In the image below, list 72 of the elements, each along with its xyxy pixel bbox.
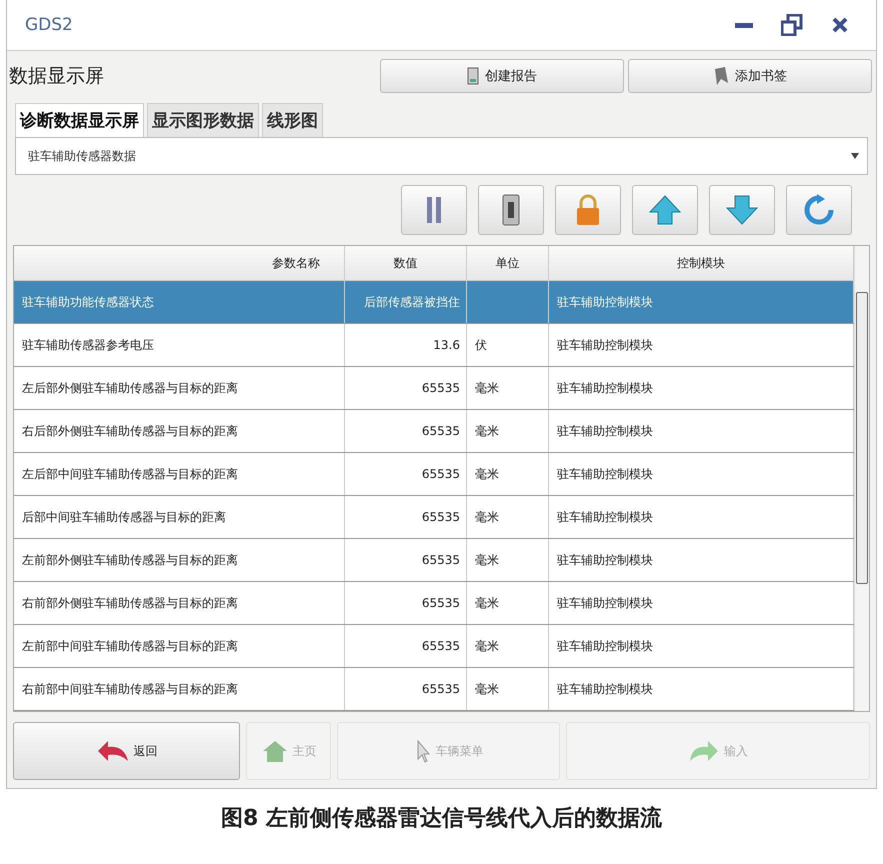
table-cell: 左后部外侧驻车辅助传感器与目标的距离 (14, 367, 345, 409)
table-row[interactable]: 左后部外侧驻车辅助传感器与目标的距离 65535 毫米 驻车辅助控制模块 (14, 367, 854, 410)
table-row[interactable]: 左后部中间驻车辅助传感器与目标的距离 65535 毫米 驻车辅助控制模块 (14, 453, 854, 496)
table-cell: 毫米 (467, 367, 549, 409)
table-cell: 毫米 (467, 539, 549, 581)
table-row[interactable]: 右后部外侧驻车辅助传感器与目标的距离 65535 毫米 驻车辅助控制模块 (14, 410, 854, 453)
table-cell: 65535 (345, 625, 467, 667)
table-row[interactable]: 左前部外侧驻车辅助传感器与目标的距离 65535 毫米 驻车辅助控制模块 (14, 539, 854, 582)
tab[interactable]: 显示图形数据 (147, 103, 259, 137)
table-row[interactable]: 右前部中间驻车辅助传感器与目标的距离 65535 毫米 驻车辅助控制模块 (14, 668, 854, 711)
minimize-icon (735, 21, 753, 29)
table-cell: 毫米 (467, 625, 549, 667)
close-icon (832, 17, 848, 33)
toolbar-button[interactable] (478, 185, 544, 235)
bookmark-icon (713, 67, 729, 85)
table-cell: 65535 (345, 453, 467, 495)
header-button[interactable]: 添加书签 (628, 59, 872, 93)
toggle-switch-icon (502, 194, 520, 226)
table-cell: 毫米 (467, 582, 549, 624)
column-header[interactable]: 数值 (345, 246, 467, 281)
table-cell: 伏 (467, 324, 549, 366)
toolbar-button[interactable] (632, 185, 698, 235)
column-header[interactable]: 参数名称 (14, 246, 345, 281)
scrollbar[interactable] (854, 246, 869, 711)
table-cell: 毫米 (467, 496, 549, 538)
footer-button[interactable]: 返回 (13, 722, 240, 780)
table-row[interactable]: 后部中间驻车辅助传感器与目标的距离 65535 毫米 驻车辅助控制模块 (14, 496, 854, 539)
screen-title: 数据显示屏 (9, 64, 105, 89)
table-cell: 后部传感器被挡住 (345, 281, 467, 323)
house-icon (260, 739, 289, 763)
refresh-icon (803, 194, 835, 226)
down-arrow-icon (725, 194, 759, 226)
table-cell: 65535 (345, 668, 467, 710)
table-cell: 毫米 (467, 453, 549, 495)
table-cell: 65535 (345, 539, 467, 581)
table-cell: 驻车辅助传感器参考电压 (14, 324, 345, 366)
tab[interactable]: 线形图 (262, 103, 323, 137)
figure-caption: 图8 左前侧传感器雷达信号线代入后的数据流 (220, 804, 663, 833)
table-cell: 右后部外侧驻车辅助传感器与目标的距离 (14, 410, 345, 452)
window-title: GDS2 (25, 15, 74, 35)
padlock-icon (575, 194, 601, 226)
restore-icon (781, 14, 803, 36)
table-row[interactable]: 驻车辅助传感器参考电压 13.6 伏 驻车辅助控制模块 (14, 324, 854, 367)
column-header[interactable]: 单位 (467, 246, 549, 281)
table-cell: 65535 (345, 496, 467, 538)
dropdown-caret-icon (851, 153, 859, 159)
table-cell: 左前部中间驻车辅助传感器与目标的距离 (14, 625, 345, 667)
header-button[interactable]: 创建报告 (380, 59, 624, 93)
pause-icon (425, 197, 443, 223)
table-cell: 65535 (345, 410, 467, 452)
data-dropdown[interactable]: 驻车辅助传感器数据 (15, 137, 868, 175)
table-row[interactable]: 驻车辅助功能传感器状态 后部传感器被挡住 驻车辅助控制模块 (14, 281, 854, 324)
table-row[interactable]: 左前部中间驻车辅助传感器与目标的距离 65535 毫米 驻车辅助控制模块 (14, 625, 854, 668)
back-arrow-icon (96, 739, 130, 763)
table-row[interactable]: 右前部外侧驻车辅助传感器与目标的距离 65535 毫米 驻车辅助控制模块 (14, 582, 854, 625)
table-cell: 右前部中间驻车辅助传感器与目标的距离 (14, 668, 345, 710)
table-cell: 后部中间驻车辅助传感器与目标的距离 (14, 496, 345, 538)
column-header[interactable]: 控制模块 (549, 246, 854, 281)
table-cell: 毫米 (467, 410, 549, 452)
document-icon (467, 67, 479, 85)
table-cell: 毫米 (467, 668, 549, 710)
toolbar-button[interactable] (709, 185, 775, 235)
tab[interactable]: 诊断数据显示屏 (15, 103, 144, 137)
up-arrow-icon (648, 194, 682, 226)
table-cell: 驻车辅助功能传感器状态 (14, 281, 345, 323)
table-cell: 左前部外侧驻车辅助传感器与目标的距离 (14, 539, 345, 581)
table-cell: 65535 (345, 582, 467, 624)
table-cell: 右前部外侧驻车辅助传感器与目标的距离 (14, 582, 345, 624)
table-cell: 65535 (345, 367, 467, 409)
forward-arrow-icon (688, 739, 720, 763)
table-cell: 左后部中间驻车辅助传感器与目标的距离 (14, 453, 345, 495)
table-cell: 13.6 (345, 324, 467, 366)
